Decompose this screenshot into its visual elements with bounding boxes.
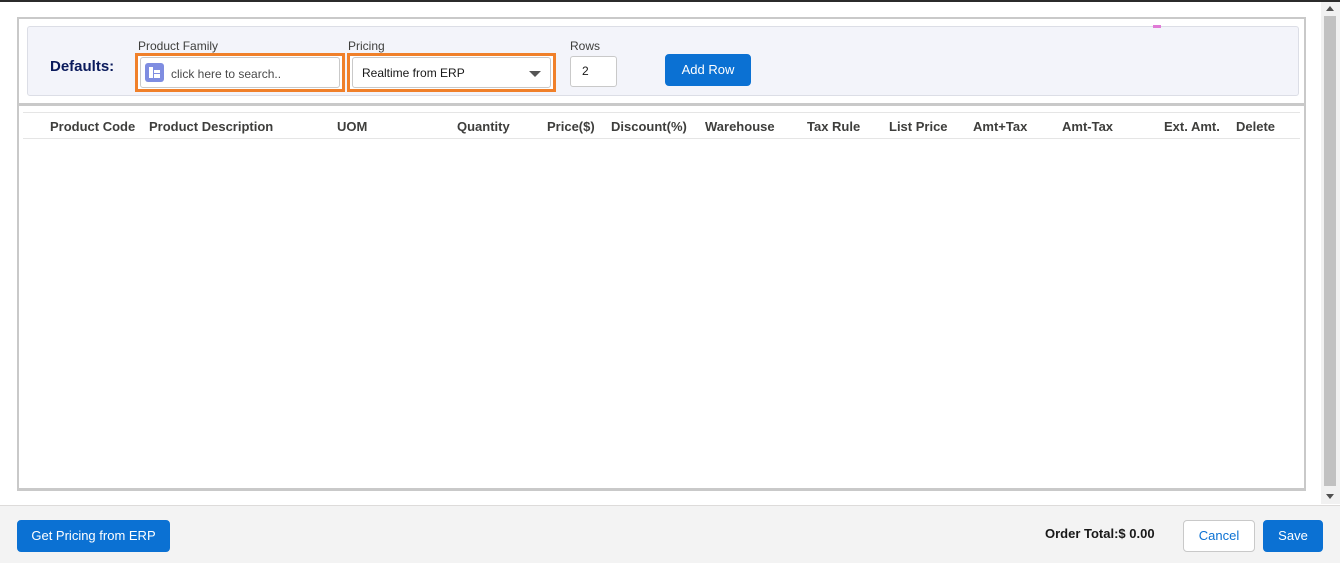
defaults-bar: Defaults: Product Family click here to s… [27,26,1299,96]
column-header: Price($) [547,119,595,134]
section-divider [19,103,1304,106]
footer-bar: Get Pricing from ERP Order Total:$ 0.00 … [0,505,1340,563]
table-header: Product Code Product Description UOM Qua… [23,112,1300,139]
product-family-icon [145,63,164,82]
pricing-label: Pricing [348,39,385,53]
column-header: Product Description [149,119,274,134]
product-family-lookup[interactable]: click here to search.. [140,57,340,88]
scroll-up-icon[interactable] [1326,6,1334,11]
vertical-scrollbar[interactable] [1321,2,1340,504]
column-header: Ext. Amt. [1164,119,1220,134]
column-header: Product Code [50,119,136,134]
cancel-button[interactable]: Cancel [1183,520,1255,552]
product-family-highlight: click here to search.. [135,53,345,92]
column-header: Warehouse [705,119,775,134]
product-family-placeholder[interactable]: click here to search.. [171,67,281,81]
scroll-thumb[interactable] [1324,16,1336,486]
pricing-selected-value: Realtime from ERP [362,66,465,80]
scroll-down-icon[interactable] [1326,494,1334,499]
column-header: Amt-Tax [1062,119,1114,134]
defaults-label: Defaults: [50,58,115,75]
column-header: Quantity [457,119,510,134]
rows-input[interactable]: 2 [570,56,617,87]
rows-label: Rows [570,39,601,53]
pricing-highlight: Realtime from ERP [347,53,556,92]
product-family-label: Product Family [138,39,219,53]
decorative-mark [1153,25,1161,28]
column-header: Discount(%) [611,119,687,134]
column-header: Tax Rule [807,119,861,134]
column-header: UOM [337,119,368,134]
save-button[interactable]: Save [1263,520,1323,552]
get-pricing-button[interactable]: Get Pricing from ERP [17,520,170,552]
product-entry-panel: Defaults: Product Family click here to s… [17,17,1306,491]
column-header: List Price [889,119,948,134]
pricing-select[interactable]: Realtime from ERP [352,57,551,88]
add-row-button[interactable]: Add Row [665,54,751,86]
column-header: Amt+Tax [973,119,1028,134]
chevron-down-icon[interactable] [529,71,541,77]
order-total: Order Total:$ 0.00 [1045,526,1155,541]
top-edge [0,0,1340,2]
column-header: Delete [1236,119,1276,134]
